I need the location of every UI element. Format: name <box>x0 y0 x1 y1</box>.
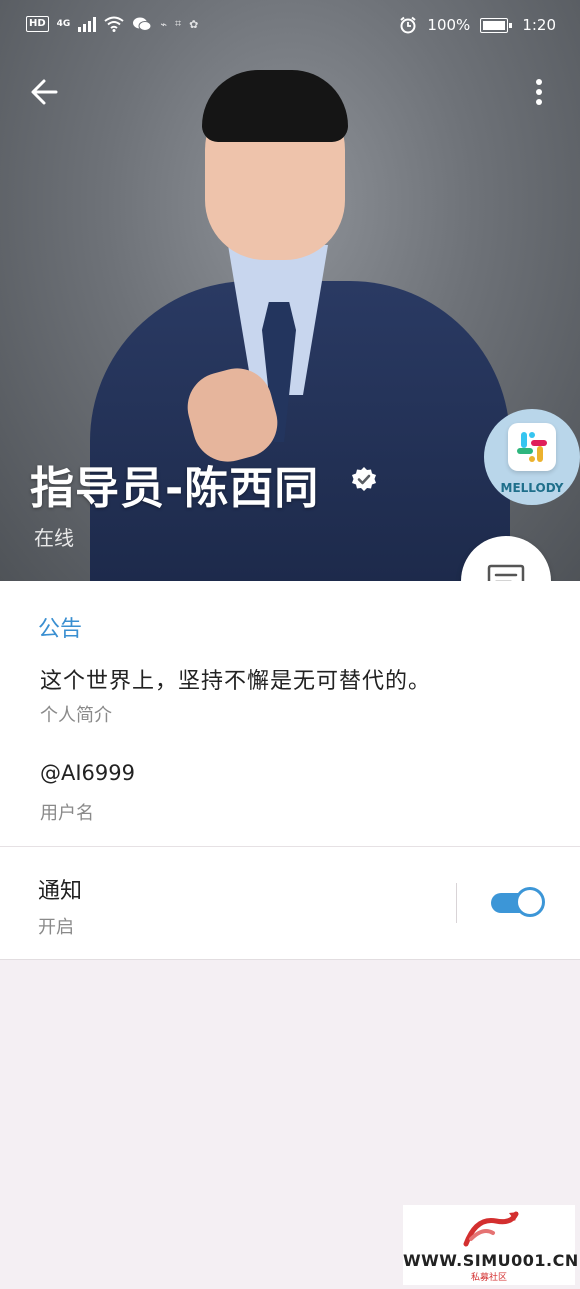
more-options-button[interactable] <box>522 72 556 112</box>
hd-indicator: HD <box>26 16 49 32</box>
back-button[interactable] <box>26 72 66 112</box>
notification-icon: ⌁ <box>160 17 167 31</box>
watermark-subtext: 私募社区 <box>470 1273 507 1283</box>
clock: 1:20 <box>522 16 556 34</box>
floating-app-badge[interactable]: MELLODY <box>484 409 580 505</box>
watermark-logo-icon <box>463 1211 519 1247</box>
notifications-toggle[interactable] <box>491 887 545 917</box>
verified-check-icon <box>352 467 376 491</box>
app-badge-label: MELLODY <box>500 481 564 495</box>
battery-percent: 100% <box>427 16 471 34</box>
slack-logo-icon <box>508 423 556 471</box>
username-text[interactable]: @AI6999 <box>40 761 135 785</box>
profile-name: 指导员-陈西同 <box>30 463 320 514</box>
wechat-icon <box>133 17 152 31</box>
bio-text[interactable]: 这个世界上，坚持不懈是无可替代的。 <box>40 663 431 695</box>
online-status: 在线 <box>34 526 74 550</box>
network-type: 4G <box>56 19 71 29</box>
watermark-text: WWW.SIMU001.CN <box>403 1251 579 1270</box>
announcement-heading: 公告 <box>38 617 83 642</box>
bio-label: 个人简介 <box>40 705 112 726</box>
signal-icon <box>78 16 97 32</box>
notification-icon: ⌗ <box>174 17 182 30</box>
watermark: WWW.SIMU001.CN 私募社区 <box>403 1205 579 1285</box>
wifi-icon <box>104 16 124 32</box>
battery-icon <box>480 17 513 33</box>
notification-icon: ✿ <box>189 17 199 31</box>
more-vertical-icon <box>536 79 542 105</box>
alarm-icon <box>400 16 417 34</box>
profile-info-card: 公告 这个世界上，坚持不懈是无可替代的。 个人简介 @AI6999 用户名 通知… <box>0 581 580 960</box>
username-label: 用户名 <box>40 803 94 824</box>
divider <box>456 883 457 923</box>
notifications-title: 通知 <box>38 879 83 904</box>
status-bar: HD 4G ⌁ ⌗ ✿ 100% 1:20 <box>0 0 580 52</box>
notifications-status: 开启 <box>38 917 74 938</box>
arrow-left-icon <box>31 79 58 105</box>
notifications-row[interactable]: 通知 开启 <box>0 847 580 959</box>
